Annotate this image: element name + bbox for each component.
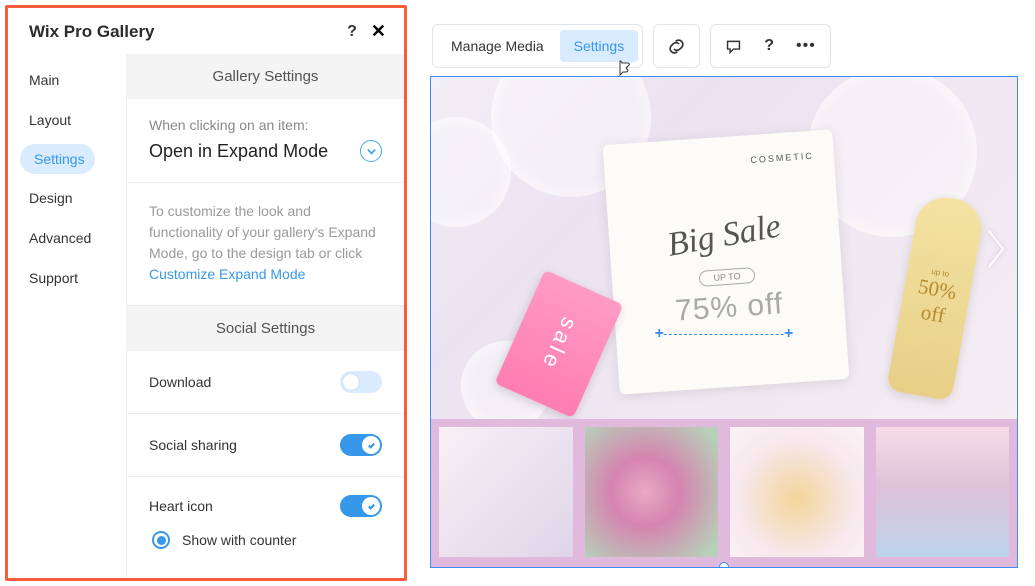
click-hint: When clicking on an item: [149, 117, 382, 133]
thumbnail[interactable] [439, 427, 573, 557]
thumbnail[interactable] [730, 427, 864, 557]
sidenav-item-settings[interactable]: Settings [20, 144, 95, 174]
sidenav-item-design[interactable]: Design [8, 178, 126, 218]
heart-label: Heart icon [149, 498, 213, 514]
thumbnail-strip [431, 419, 1017, 567]
settings-button[interactable]: Settings [560, 30, 639, 62]
radio-selected-icon [152, 531, 170, 549]
gallery-canvas[interactable]: Pro Gallery #gallery1 COSMETIC Big Sale … [430, 76, 1018, 568]
next-arrow-icon[interactable] [985, 227, 1009, 276]
settings-panel: Wix Pro Gallery ? ✕ Main Layout Settings… [5, 5, 407, 581]
sharing-toggle[interactable] [340, 434, 382, 456]
more-icon[interactable]: ••• [786, 29, 826, 63]
download-toggle[interactable] [340, 371, 382, 393]
radio-label: Show with counter [182, 532, 296, 548]
thumbnail[interactable] [876, 427, 1010, 557]
sidenav-item-layout[interactable]: Layout [8, 100, 126, 140]
help-icon[interactable]: ? [347, 23, 357, 41]
download-label: Download [149, 374, 211, 390]
toolbar-help-icon[interactable]: ? [754, 29, 784, 63]
customize-link[interactable]: Customize Expand Mode [149, 266, 305, 282]
panel-header: Wix Pro Gallery ? ✕ [8, 8, 404, 54]
sharing-label: Social sharing [149, 437, 237, 453]
panel-title: Wix Pro Gallery [29, 22, 155, 42]
thumbnail[interactable] [585, 427, 719, 557]
manage-media-button[interactable]: Manage Media [437, 30, 558, 62]
sidenav-item-advanced[interactable]: Advanced [8, 218, 126, 258]
resize-handle-bottom[interactable] [719, 562, 729, 568]
dropdown-value: Open in Expand Mode [149, 141, 328, 162]
hero-image: COSMETIC Big Sale UP TO 75% off sale up … [431, 77, 1017, 421]
close-icon[interactable]: ✕ [371, 21, 386, 42]
center-guides: ++ [655, 325, 794, 343]
hero-card: COSMETIC Big Sale UP TO 75% off [603, 129, 850, 394]
chevron-down-icon [360, 140, 382, 162]
social-settings-heading: Social Settings [127, 306, 404, 351]
customize-note: To customize the look and functionality … [149, 201, 382, 285]
comment-icon[interactable] [715, 30, 752, 63]
sidenav-item-support[interactable]: Support [8, 258, 126, 298]
link-icon[interactable] [658, 30, 695, 63]
heart-toggle[interactable] [340, 495, 382, 517]
expand-mode-dropdown[interactable]: Open in Expand Mode [149, 140, 382, 162]
heart-radio-row[interactable]: Show with counter [149, 531, 382, 557]
gallery-settings-heading: Gallery Settings [127, 54, 404, 99]
side-nav: Main Layout Settings Design Advanced Sup… [8, 54, 126, 578]
sidenav-item-main[interactable]: Main [8, 60, 126, 100]
settings-content: Gallery Settings When clicking on an ite… [126, 54, 404, 578]
